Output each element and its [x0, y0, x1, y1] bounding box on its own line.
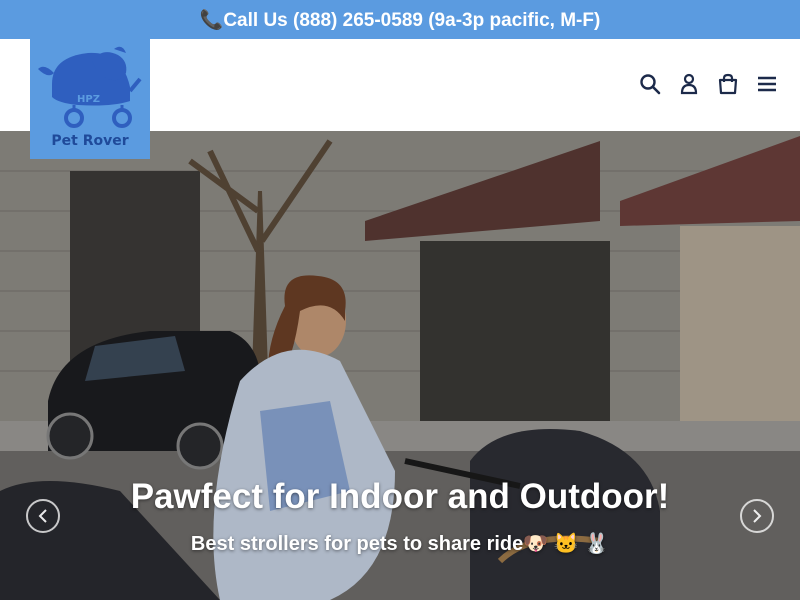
hero-slideshow: Pawfect for Indoor and Outdoor! Best str… — [0, 131, 800, 600]
announcement-text: 📞Call Us (888) 265-0589 (9a-3p pacific, … — [199, 9, 601, 31]
logo-mark-text: HPZ — [77, 94, 100, 105]
hero-subtitle: Best strollers for pets to share ride🐶 🐱… — [190, 533, 610, 555]
header-icon-group — [639, 72, 778, 96]
hero-title: Pawfect for Indoor and Outdoor! — [130, 477, 670, 516]
pet-rover-logo[interactable]: HPZ Pet Rover — [30, 39, 150, 159]
hero-overlay — [0, 131, 800, 600]
stroller-dog-logo-icon — [38, 46, 142, 128]
slide-next-button[interactable] — [740, 499, 774, 533]
account-icon[interactable] — [678, 72, 700, 96]
chevron-right-icon — [753, 509, 762, 523]
cart-icon[interactable] — [717, 72, 739, 96]
slide-prev-button[interactable] — [26, 499, 60, 533]
chevron-left-icon — [38, 509, 47, 523]
logo-brand-text: Pet Rover — [51, 133, 129, 149]
menu-icon[interactable] — [756, 72, 778, 96]
search-icon[interactable] — [639, 72, 661, 96]
announcement-bar: 📞Call Us (888) 265-0589 (9a-3p pacific, … — [0, 0, 800, 39]
